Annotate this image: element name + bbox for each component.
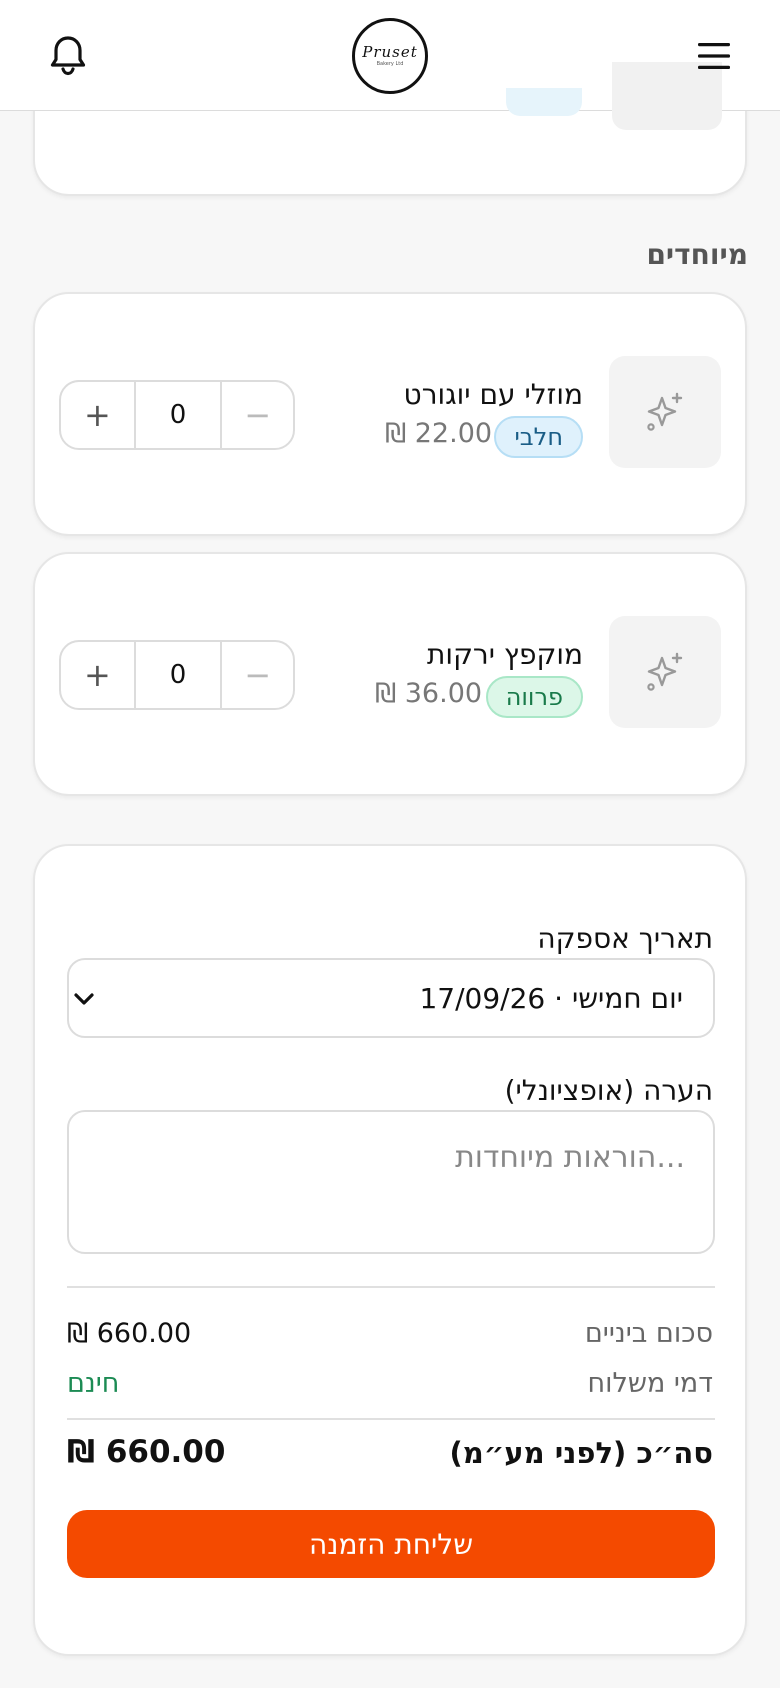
quantity-stepper: + 0 − (59, 640, 295, 710)
product-thumbnail (609, 356, 721, 468)
quantity-value[interactable]: 0 (133, 642, 223, 708)
shipping-value: חינם (67, 1368, 120, 1399)
app-header: Pruset Bakery Ltd (0, 0, 780, 130)
product-thumbnail (609, 616, 721, 728)
delivery-date-select[interactable]: יום חמישי · 17/09/26 (67, 958, 715, 1038)
note-label: הערה (אופציונלי) (504, 1074, 713, 1107)
product-name: מוזלי עם יוגורט (403, 378, 583, 411)
product-card: מוזלי עם יוגורט חלבי ₪ 22.00 + 0 − (33, 292, 747, 536)
bell-icon[interactable] (44, 32, 92, 80)
increase-quantity-button[interactable]: + (61, 382, 134, 448)
logo-subtext: Bakery Ltd (376, 61, 404, 67)
summary-divider (67, 1286, 715, 1288)
total-label: סה״כ (לפני מע״מ) (449, 1436, 713, 1470)
delivery-date-label: תאריך אספקה (537, 922, 713, 955)
increase-quantity-button[interactable]: + (61, 642, 134, 708)
hamburger-menu-icon[interactable] (694, 36, 734, 76)
product-name: מוקפץ ירקות (427, 638, 583, 671)
dairy-tag: חלבי (494, 416, 583, 458)
decrease-quantity-button[interactable]: − (222, 382, 293, 448)
brand-logo[interactable]: Pruset Bakery Ltd (352, 18, 428, 94)
product-price: ₪ 36.00 (375, 678, 483, 709)
subtotal-label: סכום ביניים (584, 1318, 713, 1349)
total-divider (67, 1418, 715, 1420)
logo-text: Pruset (362, 43, 418, 61)
chevron-down-icon (74, 993, 94, 1005)
decrease-quantity-button[interactable]: − (222, 642, 293, 708)
order-summary-card: תאריך אספקה יום חמישי · 17/09/26 הערה (א… (33, 844, 747, 1656)
total-value: ₪ 660.00 (67, 1434, 226, 1470)
submit-order-button[interactable]: שליחת הזמנה (67, 1510, 715, 1578)
section-title: מיוחדים (646, 238, 748, 271)
product-card: מוקפץ ירקות פרווה ₪ 36.00 + 0 − (33, 552, 747, 796)
sparkles-icon (647, 392, 683, 431)
subtotal-value: ₪ 660.00 (67, 1318, 192, 1349)
previous-card-tag (506, 88, 582, 116)
sparkles-icon (647, 652, 683, 691)
quantity-value[interactable]: 0 (133, 382, 223, 448)
quantity-stepper: + 0 − (59, 380, 295, 450)
delivery-date-value: יום חמישי · 17/09/26 (419, 982, 683, 1015)
note-placeholder: הוראות מיוחדות... (455, 1140, 685, 1175)
note-textarea[interactable]: הוראות מיוחדות... (67, 1110, 715, 1254)
shipping-label: דמי משלוח (587, 1368, 713, 1399)
product-price: ₪ 22.00 (385, 418, 493, 449)
parve-tag: פרווה (485, 676, 583, 718)
